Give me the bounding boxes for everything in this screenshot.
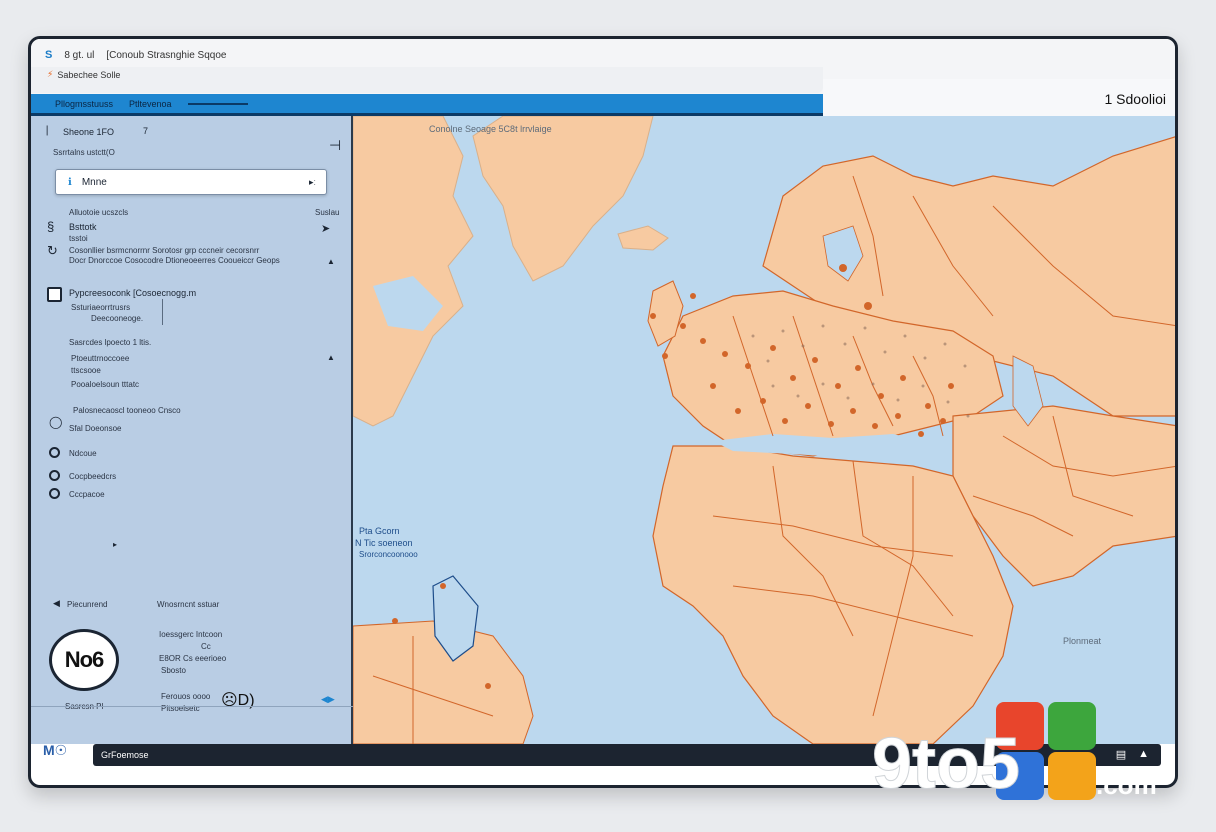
- info-line-1: Ioessgerc Intcoon: [159, 630, 223, 639]
- radio-1[interactable]: [49, 447, 60, 458]
- dot-icon: ▸: [113, 540, 118, 549]
- landmass-greenland: [472, 116, 654, 282]
- right-header: 1 Sdoolioi: [823, 79, 1175, 116]
- layer-checkbox[interactable]: [47, 287, 62, 302]
- app-window: S 8 gt. ul [Conoub Strasnghie Sqqoe ⚡︎ S…: [28, 36, 1178, 788]
- settings-icon[interactable]: §: [47, 220, 54, 233]
- tab-strip: [31, 67, 823, 93]
- radio-3[interactable]: [49, 488, 60, 499]
- chevron-up-icon-2[interactable]: ▲: [327, 354, 335, 362]
- list-item-6[interactable]: Sfal Doeonsoe: [69, 424, 121, 433]
- info-line-5: Ferouos oooo: [161, 692, 211, 701]
- info-line-4: Sbosto: [161, 666, 186, 675]
- radio-1-label: Ndcoue: [69, 449, 97, 458]
- section1-right: Suslau: [315, 208, 340, 217]
- map-left-label-1: Pta Gcorn: [359, 526, 400, 536]
- map-canvas[interactable]: [353, 116, 1178, 744]
- watermark-logo: 9to5 .com: [872, 702, 1157, 805]
- toolbar-item-2[interactable]: Ptltevenoa: [129, 99, 172, 109]
- pin-icon[interactable]: ❘: [43, 126, 51, 136]
- search-value: Mnne: [81, 176, 107, 188]
- drop-icon: ◯: [49, 415, 63, 429]
- info-line-2: Cc: [201, 642, 211, 651]
- chevron-up-icon[interactable]: ▲: [327, 258, 335, 266]
- radio-2[interactable]: [49, 470, 60, 481]
- send-icon[interactable]: ➤: [321, 224, 330, 235]
- row1-title: Bsttotk: [69, 222, 97, 232]
- map-left-label-2: N Tic soeneon: [355, 538, 413, 548]
- radio-3-label: Cccpacoe: [69, 490, 105, 499]
- arrow-left-icon[interactable]: ◀: [53, 599, 60, 608]
- sidebar-header-right: 7: [143, 126, 149, 136]
- collapse-icon[interactable]: ⊣: [329, 138, 341, 152]
- row2-line2: Docr Dnorccoe Cosocodre Dtioneoeerres Co…: [69, 256, 280, 265]
- list-item-1[interactable]: Sasrcdes lpoecto 1 ltis.: [69, 338, 151, 347]
- panel-title: 1 Sdoolioi: [1104, 91, 1167, 107]
- map-left-label-3: Srorconcoonooo: [359, 550, 418, 559]
- box-line1: Ssturiaeorrtrusrs: [71, 303, 131, 312]
- list-item-2[interactable]: Ptoeuttrnoccoee: [71, 354, 129, 363]
- toolbar: Pllogmsstuuss Ptltevenoa: [31, 94, 823, 116]
- section1-label: Alluotoie ucszcls: [69, 208, 129, 217]
- sidebar-divider: [31, 706, 353, 707]
- address-row: ⚡︎ Sabechee Solle: [47, 69, 120, 80]
- bolt-icon: ⚡︎: [47, 69, 54, 79]
- info-line-3: E8OR Cs eeerioeo: [159, 654, 227, 663]
- landmass-iceland: [617, 225, 669, 251]
- title-row: S 8 gt. ul [Conoub Strasnghie Sqqoe: [45, 49, 226, 61]
- address-text[interactable]: Sabechee Solle: [57, 70, 120, 80]
- search-input[interactable]: ℹ Mnne ▸ː: [55, 169, 327, 195]
- status-text: GrFoemose: [101, 750, 149, 760]
- sidebar-subheader: Ssrrtalns ustctt(O: [53, 148, 115, 157]
- box-line2: Deecooneoge.: [91, 314, 144, 323]
- details-box: Ssturiaeorrtrusrs Deecooneoge.: [67, 299, 163, 325]
- watermark-text: 9to5: [872, 724, 1020, 804]
- window-menu-label[interactable]: 8 gt. ul: [64, 50, 94, 61]
- list-item-5[interactable]: Palosnecaoscl tooneoo Cnsco: [73, 406, 181, 415]
- toolbar-divider: [187, 102, 248, 105]
- window-title: [Conoub Strasnghie Sqqoe: [106, 49, 227, 61]
- expand-icon[interactable]: ◀▶: [321, 694, 335, 705]
- refresh-icon[interactable]: ↻: [47, 244, 58, 257]
- map-top-label: Conolne Seoage 5C8t lrrvlaige: [429, 124, 552, 134]
- app-logo: M☉: [43, 742, 68, 758]
- value-readout: ☹D): [221, 692, 255, 709]
- info-icon: ℹ: [68, 176, 72, 188]
- status-badge: No6: [49, 629, 119, 691]
- chevron-right-icon[interactable]: ▸ː: [309, 177, 316, 188]
- watermark-suffix: .com: [1096, 770, 1157, 800]
- section2-right: Wnosrncnt sstuar: [157, 600, 220, 609]
- map-right-label: Plonmeat: [1063, 636, 1102, 646]
- landmass-north-america: [353, 116, 474, 427]
- toolbar-item-1[interactable]: Pllogmsstuuss: [55, 99, 113, 109]
- list-item-3[interactable]: ttscsooe: [71, 366, 101, 375]
- sidebar-header: Sheone 1FO: [63, 127, 115, 137]
- section2-left: Piecunrend: [67, 600, 108, 609]
- list-item-4[interactable]: Pooaloelsoun tttatc: [71, 380, 139, 389]
- app-icon[interactable]: S: [45, 49, 52, 61]
- row2-line1: Cosonllier bsrmcnorrnr Sorotosr grp cccn…: [69, 246, 260, 255]
- sidebar: ❘ Sheone 1FO 7 ⊣ Ssrrtalns ustctt(O ℹ Mn…: [31, 116, 353, 758]
- map-view[interactable]: Conolne Seoage 5C8t lrrvlaige Pta Gcorn …: [353, 116, 1178, 744]
- row1-sub: tsstoi: [69, 234, 88, 243]
- checkbox-label: Pypcreesoconk [Cosoecnogg.m: [69, 288, 197, 298]
- radio-2-label: Cocpbeedcrs: [69, 472, 117, 481]
